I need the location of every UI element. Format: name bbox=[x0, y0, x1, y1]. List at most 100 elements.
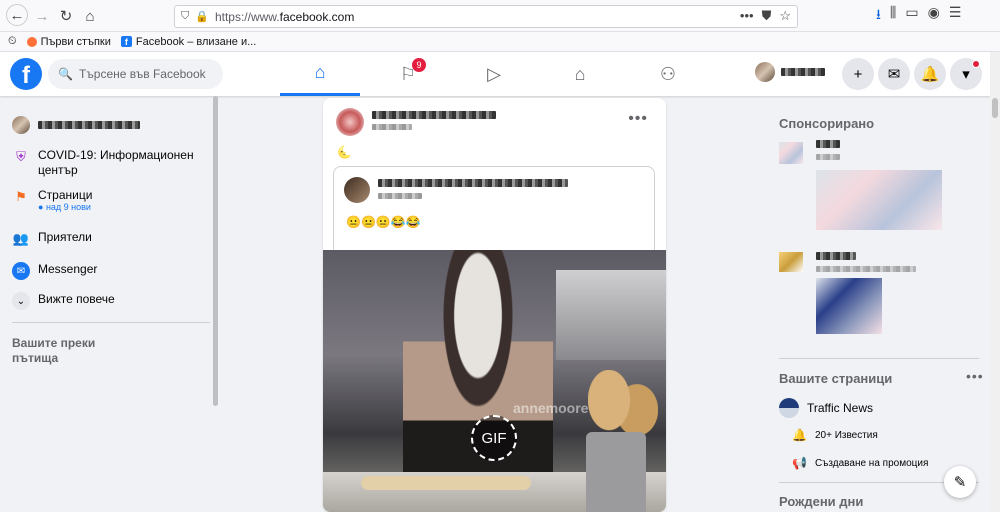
divider bbox=[12, 322, 210, 323]
avatar[interactable] bbox=[336, 108, 364, 136]
ad-title bbox=[816, 252, 856, 260]
page-traffic-news[interactable]: Traffic News bbox=[779, 398, 873, 418]
search-placeholder: Търсене във Facebook bbox=[78, 67, 206, 81]
bookmarks-bar: ⏲ Първи стъпки f Facebook – влизане и... bbox=[0, 32, 1000, 52]
page-name: Traffic News bbox=[807, 401, 874, 415]
lock-icon[interactable]: 🔒 bbox=[195, 10, 209, 23]
video-icon: ▷ bbox=[487, 63, 501, 84]
tab-home[interactable]: ⌂ bbox=[280, 52, 360, 96]
new-count: ● над 9 нови bbox=[38, 202, 91, 212]
tab-groups[interactable]: ⚇ bbox=[628, 52, 708, 96]
shield-icon[interactable]: ⛉ bbox=[181, 10, 189, 23]
facebook-logo[interactable]: f bbox=[10, 58, 42, 90]
avatar bbox=[344, 177, 370, 203]
tab-pages[interactable]: ⚐ 9 bbox=[368, 52, 448, 96]
facebook-icon: f bbox=[120, 36, 132, 47]
ad-subtitle bbox=[816, 266, 916, 272]
sidebar-item-pages[interactable]: ⚑ Страници ● над 9 нови bbox=[12, 188, 92, 212]
page-notifications[interactable]: 🔔 20+ Известия bbox=[792, 428, 878, 442]
post-options-button[interactable]: ••• bbox=[628, 110, 648, 128]
star-icon[interactable]: ☆ bbox=[779, 8, 791, 24]
divider bbox=[779, 358, 979, 359]
store-icon: ⌂ bbox=[574, 63, 586, 84]
sponsored-heading: Спонсорирано bbox=[779, 116, 875, 131]
post-author[interactable] bbox=[372, 111, 496, 119]
notification-badge: 9 bbox=[412, 58, 426, 72]
friends-icon: 👥 bbox=[12, 231, 30, 246]
ad-subtitle bbox=[816, 154, 840, 160]
search-input[interactable]: 🔍 Търсене във Facebook bbox=[48, 59, 223, 89]
ad-logo bbox=[779, 142, 803, 164]
menu-icon[interactable]: ☰ bbox=[949, 4, 962, 28]
pocket-icon[interactable]: ⛊ bbox=[762, 8, 772, 24]
avatar bbox=[12, 116, 30, 134]
messenger-icon: ✉ bbox=[887, 66, 901, 83]
sidebar-item-label: Вижте повече bbox=[38, 292, 115, 306]
profile-name bbox=[38, 121, 140, 129]
forward-icon[interactable]: → bbox=[30, 4, 54, 28]
address-bar[interactable]: ⛉ 🔒 https://www.facebook.com ••• ⛊ ☆ bbox=[174, 5, 798, 28]
feed-post: ••• 🌜 😐😐😐😂😂 annemoore GIF bbox=[323, 98, 666, 512]
sidebar-item-label: Приятели bbox=[38, 230, 92, 244]
media-watermark: annemoore bbox=[513, 400, 589, 416]
your-pages-heading: Вашите страници bbox=[779, 371, 893, 386]
media-rolling-pin bbox=[361, 476, 531, 490]
avatar bbox=[755, 62, 775, 82]
shared-text: 😐😐😐😂😂 bbox=[346, 215, 421, 229]
tab-watch[interactable]: ▷ bbox=[454, 52, 534, 96]
birthdays-heading: Рождени дни bbox=[779, 494, 864, 509]
back-icon[interactable]: ← bbox=[6, 4, 28, 26]
library-icon[interactable]: ⫼ bbox=[890, 4, 896, 28]
page-scrollbar[interactable] bbox=[990, 52, 1000, 512]
bookmark-label: Facebook – влизане и... bbox=[135, 35, 257, 48]
scrollbar-thumb[interactable] bbox=[992, 98, 998, 118]
bell-icon: 🔔 bbox=[792, 428, 807, 442]
shared-timestamp bbox=[378, 193, 422, 199]
account-icon[interactable]: ◉ bbox=[928, 4, 940, 28]
sidebar-item-messenger[interactable]: ✉ Messenger bbox=[12, 262, 97, 280]
home-icon[interactable]: ⌂ bbox=[78, 4, 102, 28]
megaphone-icon: 📢 bbox=[792, 456, 807, 470]
browser-toolbar: ← → ↻ ⌂ ⛉ 🔒 https://www.facebook.com •••… bbox=[0, 0, 1000, 32]
gif-play-button[interactable]: GIF bbox=[471, 415, 517, 461]
bookmark-facebook[interactable]: f Facebook – влизане и... bbox=[120, 35, 257, 48]
sidebar-item-see-more[interactable]: ⌄ Вижте повече bbox=[12, 292, 115, 310]
media-background bbox=[556, 270, 666, 360]
bookmarks-icon[interactable]: ⏲ bbox=[8, 35, 17, 48]
messenger-button[interactable]: ✉ bbox=[878, 58, 910, 90]
sidebar-scrollbar[interactable] bbox=[213, 96, 218, 406]
ad-logo bbox=[779, 252, 803, 272]
notifications-button[interactable]: 🔔 bbox=[914, 58, 946, 90]
firefox-icon bbox=[26, 36, 37, 47]
plus-icon: + bbox=[853, 65, 863, 83]
create-promotion[interactable]: 📢 Създаване на промоция bbox=[792, 456, 928, 470]
flag-icon: ⚑ bbox=[15, 189, 27, 204]
home-icon: ⌂ bbox=[314, 62, 326, 82]
search-icon: 🔍 bbox=[58, 67, 73, 81]
tab-marketplace[interactable]: ⌂ bbox=[540, 52, 620, 96]
page-actions-icon[interactable]: ••• bbox=[740, 8, 754, 24]
media-jar bbox=[586, 432, 646, 512]
download-icon[interactable]: ⭳ bbox=[876, 4, 881, 28]
messenger-icon: ✉ bbox=[12, 262, 30, 280]
chevron-down-icon: ▾ bbox=[962, 66, 970, 83]
account-menu-button[interactable]: ▾ bbox=[950, 58, 982, 90]
shared-post[interactable]: 😐😐😐😂😂 bbox=[333, 166, 655, 256]
reload-icon[interactable]: ↻ bbox=[54, 4, 78, 28]
sidebar-item-friends[interactable]: 👥 Приятели bbox=[12, 230, 92, 248]
pages-options-button[interactable]: ••• bbox=[966, 368, 984, 384]
profile-button[interactable] bbox=[755, 62, 825, 82]
bookmark-getting-started[interactable]: Първи стъпки bbox=[26, 36, 111, 48]
new-message-button[interactable]: ✎ bbox=[944, 466, 976, 498]
post-timestamp[interactable] bbox=[372, 124, 412, 130]
right-sidebar: Спонсорирано Вашите страници ••• Traffic… bbox=[770, 96, 990, 512]
sidebar-item-covid[interactable]: ⛨ COVID-19: Информационен център bbox=[12, 148, 202, 178]
chevron-down-icon: ⌄ bbox=[12, 292, 30, 310]
alert-dot bbox=[972, 60, 980, 68]
sidebar-item-profile[interactable] bbox=[12, 116, 140, 134]
create-button[interactable]: + bbox=[842, 58, 874, 90]
sidebar-icon[interactable]: ▭ bbox=[905, 4, 918, 28]
profile-name bbox=[781, 68, 825, 76]
gif-media[interactable]: annemoore GIF bbox=[323, 250, 666, 512]
bell-icon: 🔔 bbox=[920, 66, 940, 83]
